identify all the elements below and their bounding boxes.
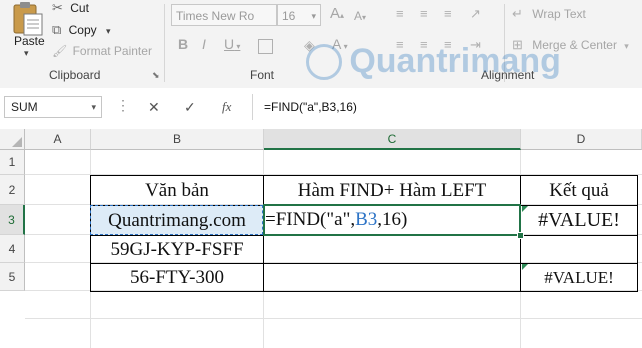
- column-header-c[interactable]: C: [264, 129, 521, 150]
- table-header-ket-qua[interactable]: Kết quả: [521, 176, 637, 205]
- cell-c3-editor[interactable]: =FIND("a",B3,16): [263, 204, 521, 236]
- grow-font-icon: A: [330, 5, 341, 22]
- paintbrush-icon: 🖌: [52, 44, 68, 58]
- font-size-value: 16: [282, 9, 296, 23]
- name-box-value: SUM: [11, 100, 38, 114]
- formula-prefix: =FIND("a",: [265, 209, 356, 230]
- row-header-3[interactable]: 3: [0, 205, 25, 235]
- cancel-formula-button[interactable]: ✕: [148, 99, 160, 116]
- cell-d5[interactable]: #VALUE!: [521, 264, 637, 291]
- row-header-5[interactable]: 5: [0, 263, 25, 291]
- column-header-b[interactable]: B: [91, 129, 264, 150]
- watermark-text: Quantrimang: [349, 42, 561, 80]
- formula-divider: [252, 94, 253, 120]
- chevron-down-icon[interactable]: ▾: [91, 97, 96, 117]
- cell-b5[interactable]: 56-FTY-300: [91, 264, 263, 291]
- insert-function-button[interactable]: fx: [222, 99, 231, 115]
- cut-label: Cut: [70, 1, 89, 15]
- format-painter-button[interactable]: 🖌 Format Painter: [52, 44, 152, 60]
- table-border: [90, 291, 638, 292]
- align-top-icon[interactable]: ≡: [396, 6, 404, 21]
- font-group-label: Font: [250, 68, 275, 82]
- borders-icon[interactable]: [258, 39, 273, 54]
- row-header-2[interactable]: 2: [0, 175, 25, 205]
- paste-button[interactable]: Paste ▾: [8, 2, 48, 62]
- wrap-text-button[interactable]: ↵ Wrap Text: [512, 6, 586, 22]
- clipboard-paste-icon: [13, 2, 43, 36]
- copy-label: Copy: [68, 23, 97, 37]
- ref-box-b3: [90, 205, 263, 235]
- align-bottom-icon[interactable]: ≡: [444, 6, 452, 21]
- orientation-icon[interactable]: ↗: [470, 6, 481, 22]
- error-indicator-icon: [522, 206, 528, 212]
- select-all-corner[interactable]: [0, 129, 25, 150]
- formula-cell-reference: B3: [355, 209, 378, 230]
- cell-d3[interactable]: #VALUE!: [521, 206, 637, 235]
- chevron-down-icon[interactable]: ▾: [106, 26, 111, 36]
- grow-font-button[interactable]: A▴: [330, 5, 344, 22]
- copy-icon: ⧉: [52, 22, 62, 37]
- table-header-van-ban[interactable]: Văn bản: [91, 176, 263, 205]
- watermark-badge-icon: [306, 43, 342, 80]
- wrap-text-label: Wrap Text: [532, 7, 586, 21]
- select-all-icon: [12, 137, 22, 147]
- table-header-ham-find-left[interactable]: Hàm FIND+ Hàm LEFT: [264, 176, 520, 205]
- scissors-icon: ✂: [52, 0, 63, 15]
- italic-icon: I: [202, 36, 206, 52]
- cut-button[interactable]: ✂ Cut: [52, 0, 89, 16]
- bold-button[interactable]: B: [178, 36, 188, 52]
- error-indicator-icon: [522, 264, 528, 270]
- shrink-font-button[interactable]: A▾: [354, 7, 366, 23]
- wrap-text-icon: ↵: [512, 6, 523, 21]
- underline-icon: U: [224, 36, 235, 52]
- dialog-launcher-icon[interactable]: ⬊: [152, 70, 160, 81]
- font-name-combobox[interactable]: Times New Ro: [171, 4, 277, 26]
- more-icon: ⋮: [116, 97, 130, 113]
- checkmark-icon: ✓: [184, 99, 196, 115]
- name-box[interactable]: SUM ▾: [4, 96, 102, 118]
- copy-button[interactable]: ⧉ Copy ▾: [52, 22, 111, 38]
- bold-icon: B: [178, 36, 189, 52]
- font-name-value: Times New Ro: [176, 9, 255, 23]
- close-icon: ✕: [148, 99, 160, 115]
- font-size-combobox[interactable]: 16 ▾: [277, 4, 321, 26]
- group-divider: [164, 4, 165, 82]
- clipboard-group-label: Clipboard: [49, 68, 101, 82]
- shrink-font-icon: A: [354, 9, 363, 23]
- watermark-logo: Quantrimang: [306, 42, 561, 81]
- align-middle-icon[interactable]: ≡: [420, 6, 428, 21]
- row-header-4[interactable]: 4: [0, 235, 25, 263]
- gridline: [25, 318, 642, 319]
- paste-label: Paste: [14, 34, 45, 48]
- column-header-a[interactable]: A: [25, 129, 91, 150]
- format-painter-label: Format Painter: [72, 44, 152, 58]
- table-border: [637, 175, 638, 292]
- row-header-1[interactable]: 1: [0, 150, 25, 175]
- chevron-down-icon[interactable]: ▾: [624, 41, 629, 51]
- formula-input[interactable]: =FIND("a",B3,16): [262, 96, 642, 118]
- cell-b4[interactable]: 59GJ-KYP-FSFF: [91, 236, 263, 263]
- underline-button[interactable]: U ▾: [224, 36, 240, 52]
- cell-d4[interactable]: [521, 236, 637, 263]
- italic-button[interactable]: I: [202, 36, 206, 52]
- chevron-down-icon[interactable]: ▾: [311, 5, 316, 27]
- enter-formula-button[interactable]: ✓: [184, 99, 196, 116]
- formula-suffix: ,16): [377, 209, 408, 230]
- chevron-down-icon[interactable]: ▾: [24, 48, 29, 59]
- formula-edit-text: =FIND("a",B3,16): [265, 209, 407, 231]
- fx-icon: fx: [222, 99, 232, 114]
- column-header-d[interactable]: D: [521, 129, 642, 150]
